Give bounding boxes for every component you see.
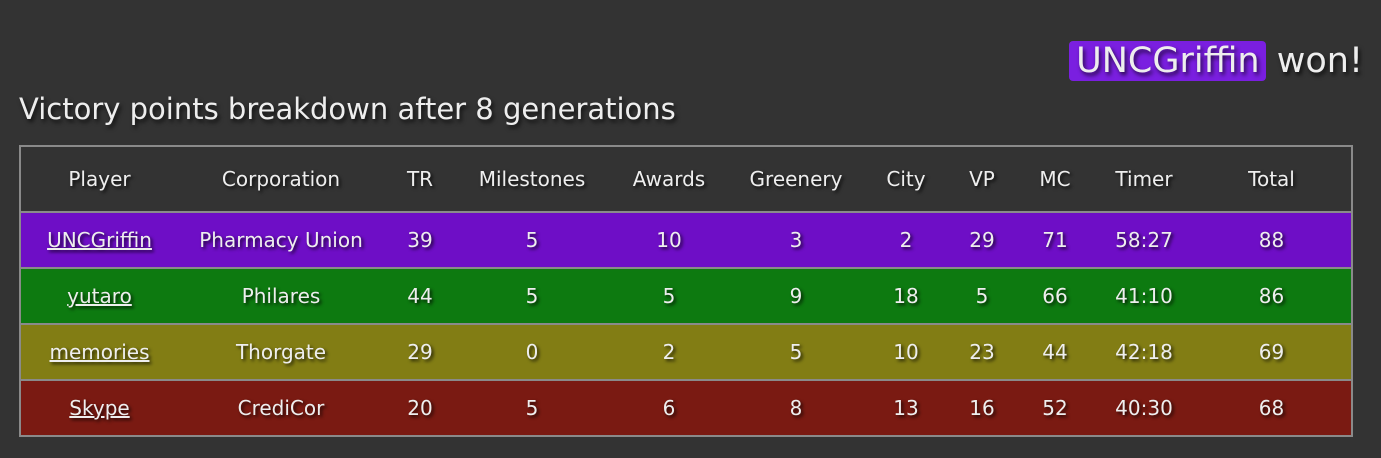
awards-cell: 6	[662, 396, 676, 420]
city-cell: 13	[893, 396, 919, 420]
awards-cell: 2	[608, 324, 730, 381]
player-cell: Skype	[20, 380, 178, 436]
corporation-cell: CrediCor	[237, 396, 325, 420]
header-vp: VP	[950, 146, 1014, 213]
scores-table-container: Player Corporation TR Milestones Awards …	[19, 145, 1353, 437]
table-header-row: Player Corporation TR Milestones Awards …	[20, 146, 1352, 213]
table-row: UNCGriffin Pharmacy Union 39 5 10 3 2 29…	[20, 212, 1352, 269]
vp-cell: 5	[950, 268, 1014, 325]
city-cell: 2	[862, 212, 950, 269]
header-mc: MC	[1014, 146, 1096, 213]
greenery-cell: 8	[789, 396, 803, 420]
corporation-cell: Philares	[178, 268, 384, 325]
header-awards: Awards	[608, 146, 730, 213]
header-tr: TR	[384, 146, 456, 213]
winner-name: UNCGriffin	[1069, 41, 1266, 81]
tr-cell: 20	[407, 396, 433, 420]
city-cell: 18	[862, 268, 950, 325]
timer-cell: 58:27	[1096, 212, 1192, 269]
total-cell: 69	[1192, 324, 1352, 381]
winner-suffix: won!	[1276, 41, 1363, 81]
header-city: City	[862, 146, 950, 213]
player-cell: UNCGriffin	[20, 212, 178, 269]
table-row: Skype CrediCor 20 5 6 8 13 16 52 40:30 6…	[20, 380, 1352, 436]
timer-cell: 42:18	[1096, 324, 1192, 381]
header-milestones: Milestones	[456, 146, 608, 213]
mc-cell: 71	[1014, 212, 1096, 269]
awards-cell: 5	[608, 268, 730, 325]
tr-cell: 29	[384, 324, 456, 381]
table-row: memories Thorgate 29 0 2 5 10 23 44 42:1…	[20, 324, 1352, 381]
mc-cell: 52	[1042, 396, 1068, 420]
player-link[interactable]: memories	[49, 340, 149, 364]
header-total: Total	[1192, 146, 1352, 213]
player-cell: memories	[20, 324, 178, 381]
player-cell: yutaro	[20, 268, 178, 325]
tr-cell: 44	[384, 268, 456, 325]
player-link[interactable]: UNCGriffin	[47, 228, 152, 252]
winner-announcement: UNCGriffin won!	[1069, 37, 1363, 85]
greenery-cell: 9	[730, 268, 862, 325]
timer-cell: 40:30	[1115, 396, 1173, 420]
greenery-cell: 5	[730, 324, 862, 381]
milestones-cell: 5	[525, 396, 539, 420]
total-cell: 86	[1192, 268, 1352, 325]
vp-cell: 16	[969, 396, 995, 420]
scores-table: Player Corporation TR Milestones Awards …	[19, 145, 1353, 437]
table-row: yutaro Philares 44 5 5 9 18 5 66 41:10 8…	[20, 268, 1352, 325]
vp-cell: 29	[950, 212, 1014, 269]
city-cell: 10	[862, 324, 950, 381]
total-cell: 88	[1192, 212, 1352, 269]
awards-cell: 10	[608, 212, 730, 269]
player-link[interactable]: Skype	[69, 396, 129, 420]
player-link[interactable]: yutaro	[67, 284, 132, 308]
tr-cell: 39	[384, 212, 456, 269]
header-timer: Timer	[1096, 146, 1192, 213]
timer-cell: 41:10	[1096, 268, 1192, 325]
milestones-cell: 0	[456, 324, 608, 381]
total-cell: 68	[1258, 396, 1285, 420]
header-greenery: Greenery	[730, 146, 862, 213]
milestones-cell: 5	[456, 268, 608, 325]
corporation-cell: Pharmacy Union	[178, 212, 384, 269]
milestones-cell: 5	[456, 212, 608, 269]
header-corporation: Corporation	[178, 146, 384, 213]
mc-cell: 44	[1014, 324, 1096, 381]
mc-cell: 66	[1014, 268, 1096, 325]
greenery-cell: 3	[730, 212, 862, 269]
corporation-cell: Thorgate	[178, 324, 384, 381]
page-title: Victory points breakdown after 8 generat…	[19, 92, 676, 126]
vp-cell: 23	[950, 324, 1014, 381]
game-end-page: UNCGriffin won! Victory points breakdown…	[0, 0, 1381, 458]
header-player: Player	[20, 146, 178, 213]
